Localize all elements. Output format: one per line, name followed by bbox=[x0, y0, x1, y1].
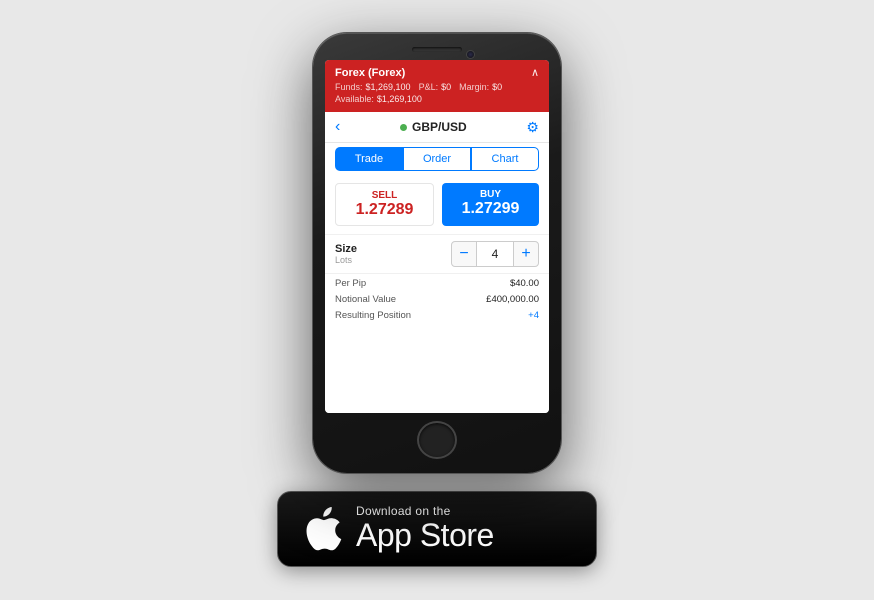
app-header-title: Forex (Forex) bbox=[335, 67, 405, 79]
size-label: Size bbox=[335, 243, 451, 255]
back-button[interactable]: ‹ bbox=[335, 118, 340, 136]
detail-rows: Per Pip $40.00 Notional Value £400,000.0… bbox=[325, 274, 549, 413]
tabs-bar: Trade Order Chart bbox=[325, 143, 549, 175]
scene: Forex (Forex) ∧ Funds: $1,269,100 P&L: $… bbox=[277, 33, 597, 566]
funds-label: Funds: bbox=[335, 82, 363, 92]
notional-value: £400,000.00 bbox=[486, 294, 539, 305]
resulting-label: Resulting Position bbox=[335, 310, 411, 321]
pair-name: GBP/USD bbox=[412, 120, 467, 134]
phone-home-button[interactable] bbox=[417, 421, 457, 459]
size-stepper: − 4 + bbox=[451, 241, 539, 267]
available-value: $1,269,100 bbox=[377, 94, 422, 104]
sell-price: 1.27289 bbox=[340, 201, 429, 219]
status-dot bbox=[400, 124, 407, 131]
trade-area: SELL 1.27289 BUY 1.27299 bbox=[325, 175, 549, 234]
tab-chart[interactable]: Chart bbox=[471, 147, 539, 171]
per-pip-label: Per Pip bbox=[335, 278, 366, 289]
pair-name-wrap: GBP/USD bbox=[400, 120, 467, 134]
margin-value: $0 bbox=[492, 82, 502, 92]
margin-label: Margin: bbox=[459, 82, 489, 92]
available-label: Available: bbox=[335, 94, 374, 104]
buy-price: 1.27299 bbox=[446, 200, 535, 218]
size-row: Size Lots − 4 + bbox=[325, 234, 549, 274]
decrease-button[interactable]: − bbox=[451, 241, 477, 267]
size-sublabel: Lots bbox=[335, 255, 451, 265]
increase-button[interactable]: + bbox=[513, 241, 539, 267]
resulting-value: +4 bbox=[528, 310, 539, 321]
size-value: 4 bbox=[477, 241, 513, 267]
pl-value: $0 bbox=[441, 82, 451, 92]
sell-label: SELL bbox=[340, 190, 429, 201]
tab-order[interactable]: Order bbox=[403, 147, 471, 171]
phone: Forex (Forex) ∧ Funds: $1,269,100 P&L: $… bbox=[313, 33, 561, 473]
settings-icon[interactable]: ⚙ bbox=[526, 119, 539, 136]
detail-row-resulting: Resulting Position +4 bbox=[335, 310, 539, 321]
chevron-up-icon[interactable]: ∧ bbox=[531, 66, 539, 79]
phone-camera bbox=[467, 51, 474, 58]
appstore-main-text: App Store bbox=[356, 518, 494, 553]
buy-box[interactable]: BUY 1.27299 bbox=[442, 183, 539, 226]
per-pip-value: $40.00 bbox=[510, 278, 539, 289]
app-header-stats: Funds: $1,269,100 P&L: $0 Margin: $0 Ava… bbox=[335, 82, 539, 104]
tab-trade[interactable]: Trade bbox=[335, 147, 403, 171]
notional-label: Notional Value bbox=[335, 294, 396, 305]
apple-icon bbox=[302, 505, 342, 553]
sell-box[interactable]: SELL 1.27289 bbox=[335, 183, 434, 226]
detail-row-per-pip: Per Pip $40.00 bbox=[335, 278, 539, 289]
pl-label: P&L: bbox=[419, 82, 439, 92]
phone-speaker bbox=[412, 47, 462, 52]
funds-value: $1,269,100 bbox=[366, 82, 411, 92]
buy-label: BUY bbox=[446, 189, 535, 200]
size-label-wrap: Size Lots bbox=[335, 243, 451, 265]
appstore-text: Download on the App Store bbox=[356, 504, 494, 553]
appstore-button[interactable]: Download on the App Store bbox=[277, 491, 597, 566]
detail-row-notional: Notional Value £400,000.00 bbox=[335, 294, 539, 305]
phone-screen: Forex (Forex) ∧ Funds: $1,269,100 P&L: $… bbox=[325, 60, 549, 413]
app-header: Forex (Forex) ∧ Funds: $1,269,100 P&L: $… bbox=[325, 60, 549, 112]
pair-bar: ‹ GBP/USD ⚙ bbox=[325, 112, 549, 143]
appstore-sub-text: Download on the bbox=[356, 504, 494, 518]
